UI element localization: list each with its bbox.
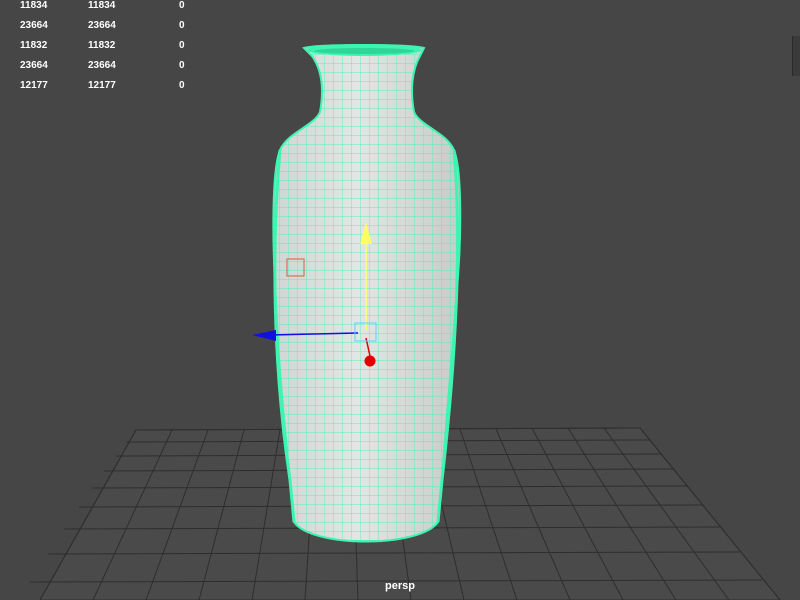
hud-value: 0 (179, 0, 185, 11)
hud-row: 11834 11834 0 (0, 0, 200, 12)
hud-value: 12177 (20, 80, 48, 91)
camera-name-label: persp (385, 580, 415, 592)
hud-value: 0 (179, 60, 185, 71)
hud-row: 11832 11832 0 (0, 40, 200, 52)
hud-value: 23664 (88, 60, 116, 71)
hud-value: 0 (179, 80, 185, 91)
hud-value: 23664 (88, 20, 116, 31)
hud-value: 23664 (20, 20, 48, 31)
hud-row: 12177 12177 0 (0, 80, 200, 92)
hud-value: 11834 (88, 0, 116, 11)
hud-value: 11832 (20, 40, 48, 51)
hud-value: 11832 (88, 40, 116, 51)
hud-value: 12177 (88, 80, 116, 91)
x-axis-arrow-icon (252, 330, 276, 341)
perspective-viewport[interactable]: 11834 11834 0 23664 23664 0 11832 11832 … (0, 0, 800, 600)
hud-value: 23664 (20, 60, 48, 71)
hud-row: 23664 23664 0 (0, 20, 200, 32)
viewport-edge-handle[interactable] (792, 36, 800, 76)
hud-row: 23664 23664 0 (0, 60, 200, 72)
hud-value: 0 (179, 40, 185, 51)
vase-mesh[interactable] (272, 44, 462, 543)
z-axis-handle-icon (364, 355, 376, 367)
hud-value: 11834 (20, 0, 48, 11)
hud-value: 0 (179, 20, 185, 31)
